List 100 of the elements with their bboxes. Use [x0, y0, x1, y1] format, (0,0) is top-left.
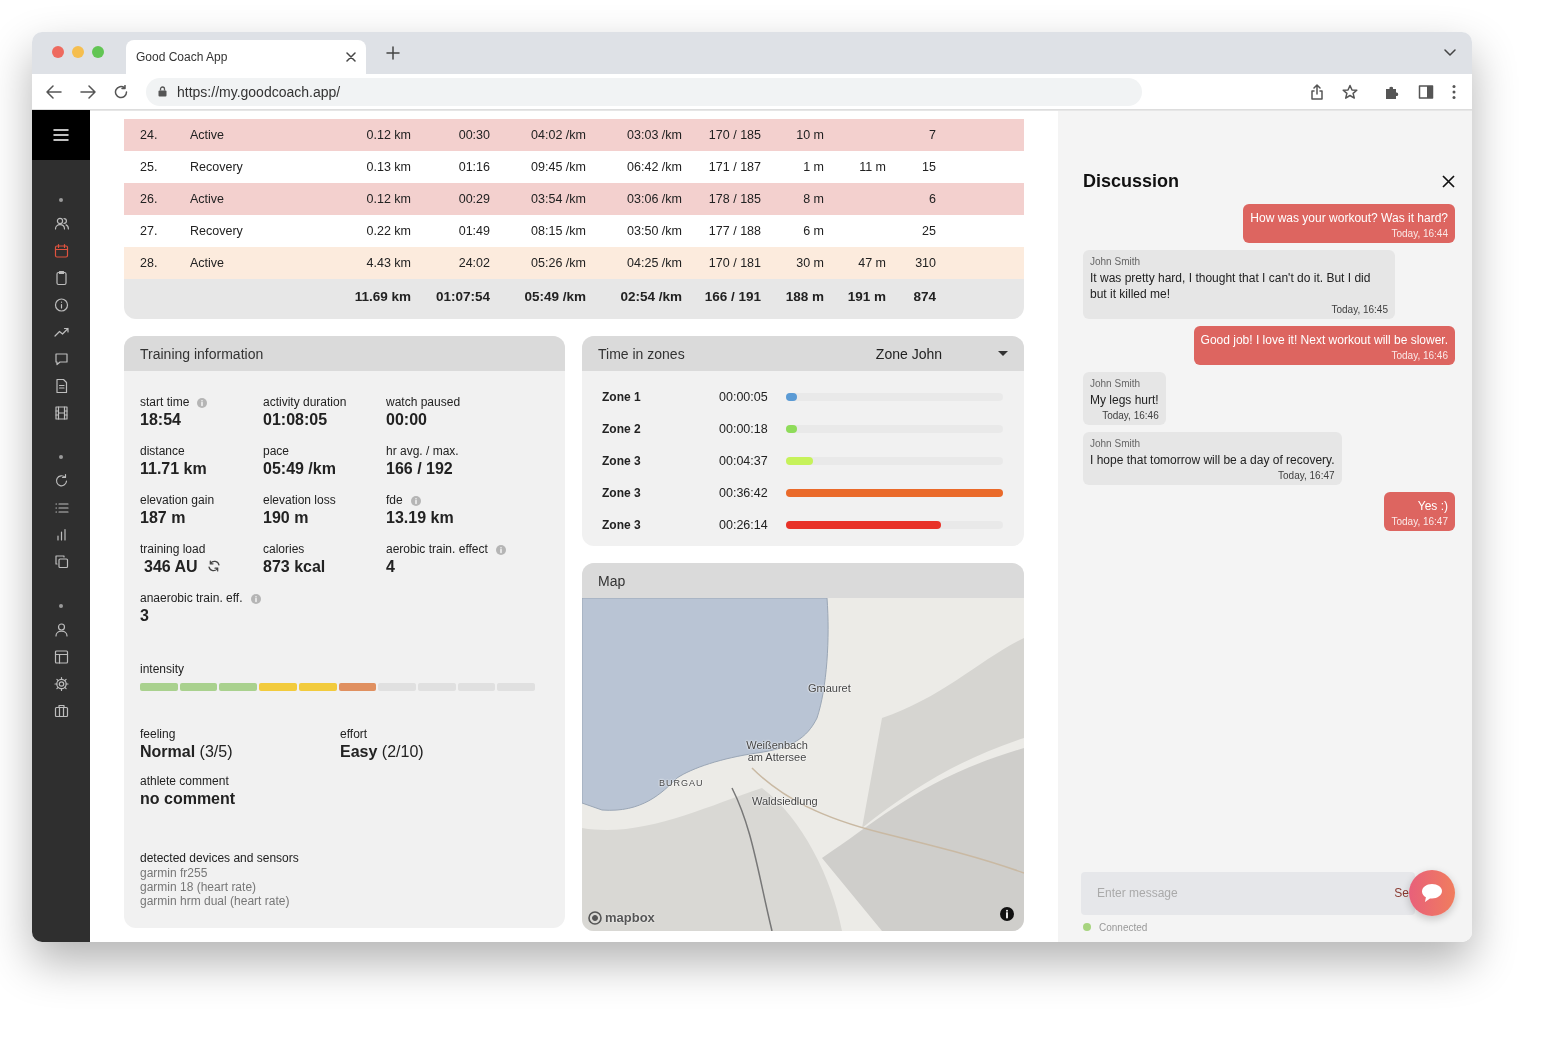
total-cell-text: 191 m [846, 288, 886, 304]
card-header: Map [582, 563, 1024, 598]
stat-label: anaerobic train. eff. [140, 591, 243, 606]
zone-name: Zone 2 [602, 422, 642, 436]
table-cell-text: 09:45 /km [530, 160, 586, 174]
total-cell-text: 11.69 km [353, 288, 411, 304]
stat-label: watch paused [386, 395, 461, 410]
stat-label: training load [140, 542, 206, 557]
zone-name: Zone 3 [602, 518, 642, 532]
film-icon[interactable] [53, 405, 69, 421]
stat-label: fde [386, 493, 403, 508]
list-icon[interactable] [53, 500, 69, 516]
chat-bubble-icon[interactable] [53, 351, 69, 367]
document-icon[interactable] [53, 378, 69, 394]
device-name: garmin 18 (heart rate) [140, 880, 258, 894]
menu-icon[interactable] [53, 128, 69, 142]
table-cell-text: 15 [921, 160, 936, 174]
stat-value: 13.19 km [386, 508, 454, 528]
map-label: Waldsiedlung [752, 795, 818, 807]
device-name: garmin hrm dual (heart rate) [140, 894, 291, 908]
caret-down-icon [998, 351, 1008, 356]
message-time: Today, 16:46 [1390, 350, 1448, 361]
stat-value: 18:54 [140, 410, 181, 430]
table-cell-text: 03:03 /km [626, 128, 682, 142]
layout-icon[interactable] [53, 649, 69, 665]
table-cell-text: Active [190, 256, 226, 270]
close-icon[interactable] [346, 52, 356, 62]
stat-label: feeling [140, 727, 177, 742]
separator-dot [59, 604, 63, 608]
chevron-down-icon[interactable] [1444, 49, 1456, 57]
table-cell-text: 8 m [802, 192, 824, 206]
settings-icon[interactable] [53, 676, 69, 692]
info-icon[interactable] [53, 297, 69, 313]
back-arrow-icon[interactable] [46, 84, 62, 99]
total-cell-text: 874 [912, 288, 936, 304]
table-cell-text: 03:54 /km [530, 192, 586, 206]
zone-time: 00:26:14 [719, 518, 769, 532]
table-cell-text: 01:49 [457, 224, 490, 238]
zone-dropdown[interactable]: Zone John [875, 345, 1008, 362]
calendar-icon[interactable] [53, 243, 69, 259]
address-field[interactable]: https://my.goodcoach.app/ [146, 77, 1142, 106]
table-cell-text: 47 m [857, 256, 886, 270]
table-cell-text: 28. [140, 256, 159, 270]
sidebar-panel-icon[interactable] [1418, 83, 1434, 100]
share-icon[interactable] [1310, 83, 1324, 100]
message-author: John Smith [1090, 438, 1142, 449]
table-cell-text: Active [190, 192, 226, 206]
table-cell-text: 05:26 /km [530, 256, 586, 270]
stat-label: effort [340, 727, 369, 742]
message-time: Today, 16:45 [1330, 304, 1388, 315]
table-cell-text: 0.12 km [365, 192, 411, 206]
stat-value: 01:08:05 [263, 410, 328, 430]
user-icon[interactable] [53, 622, 69, 638]
table-cell-text: 177 / 188 [707, 224, 761, 238]
close-icon[interactable] [1442, 175, 1455, 188]
reload-icon[interactable] [114, 84, 128, 99]
message-input[interactable]: Enter message Se [1081, 871, 1415, 915]
zone-name: Zone 3 [602, 454, 642, 468]
map-label: Gmauret [808, 682, 851, 694]
lock-icon [158, 86, 167, 97]
stat-label: detected devices and sensors [140, 851, 300, 866]
plus-icon[interactable] [386, 46, 400, 60]
more-menu-icon[interactable] [1452, 83, 1456, 100]
table-cell-text: 170 / 185 [707, 128, 761, 142]
chat-bubble-icon [1421, 883, 1443, 903]
message-text: My legs hurt! [1090, 392, 1159, 408]
send-button[interactable]: Se [1394, 886, 1409, 900]
table-cell-text: 10 m [795, 128, 824, 142]
table-cell-text: 00:30 [457, 128, 490, 142]
device-name: garmin fr255 [140, 866, 209, 880]
stat-label: hr avg. / max. [386, 444, 459, 459]
stat-label: pace [263, 444, 290, 459]
stat-value: 187 m [140, 508, 186, 528]
tab-title: Good Coach App [136, 50, 228, 64]
message-text: Good job! I love it! Next workout will be slower. [1200, 332, 1448, 348]
message-time: Today, 16:47 [1391, 516, 1448, 527]
info-icon[interactable] [1000, 907, 1014, 921]
zone-time: 00:00:05 [719, 390, 769, 404]
briefcase-icon[interactable] [53, 703, 69, 719]
message-time: Today, 16:47 [1277, 470, 1335, 481]
panel-title: Discussion [1083, 171, 1180, 192]
forward-arrow-icon[interactable] [80, 84, 96, 99]
refresh-icon[interactable] [207, 559, 221, 572]
table-cell-text: 310 [914, 256, 936, 270]
stat-value: 4 [386, 557, 395, 577]
refresh-icon[interactable] [53, 473, 69, 489]
mapbox-logo[interactable]: mapbox [588, 910, 655, 925]
star-icon[interactable] [1342, 83, 1358, 100]
users-icon[interactable] [53, 216, 69, 232]
table-cell-text: 04:25 /km [626, 256, 682, 270]
clipboard-icon[interactable] [53, 270, 69, 286]
zone-time: 00:00:18 [719, 422, 769, 436]
stat-label: elevation gain [140, 493, 215, 508]
browser-tab[interactable]: Good Coach App [126, 40, 366, 74]
chat-button[interactable] [1409, 870, 1455, 916]
total-cell-text: 01:07:54 [434, 288, 490, 304]
status-text: Connected [1099, 921, 1148, 933]
copy-icon[interactable] [53, 554, 69, 570]
card-header: Training information [124, 336, 565, 371]
message-text: I hope that tomorrow will be a day of recovery. [1090, 452, 1335, 468]
